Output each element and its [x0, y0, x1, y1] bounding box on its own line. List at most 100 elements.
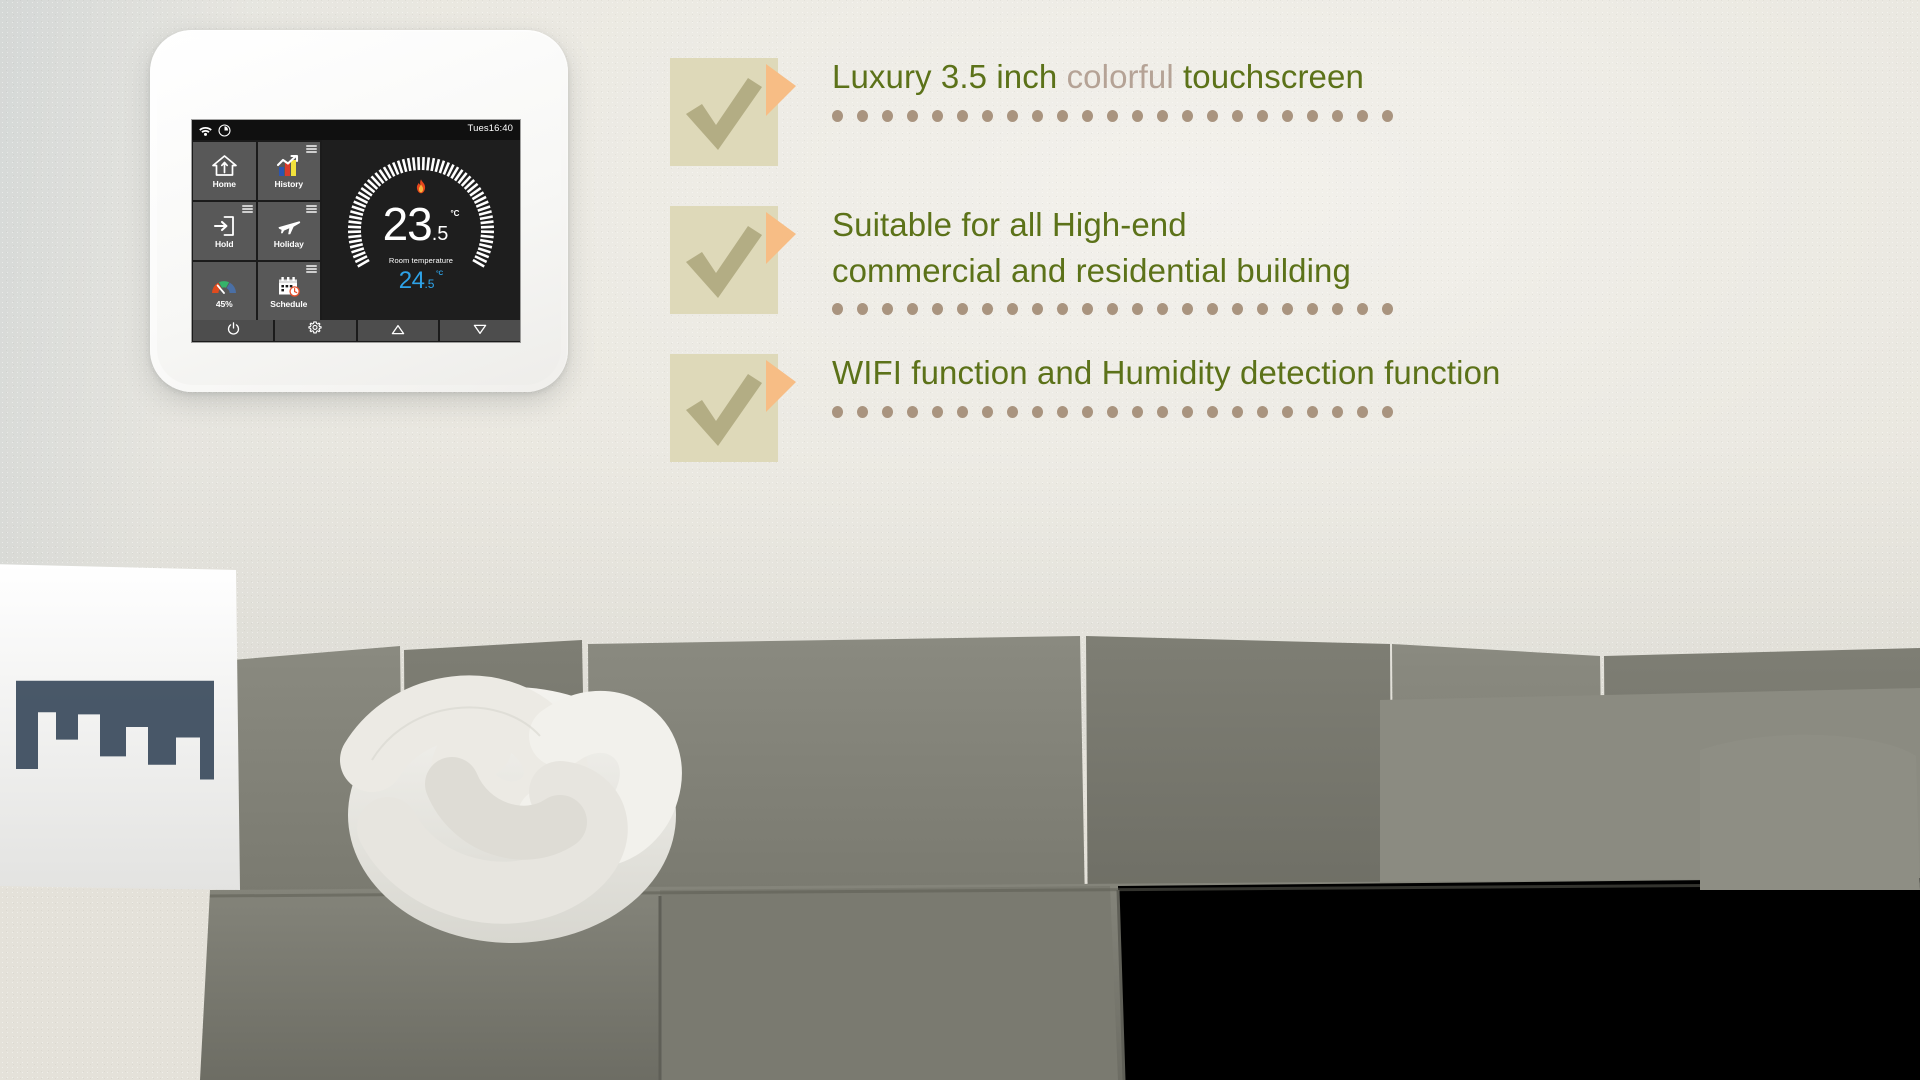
feature-item: Luxury 3.5 inch colorful touchscreen: [660, 48, 1780, 196]
separator-dot: [932, 405, 943, 418]
hamburger-icon[interactable]: [306, 205, 317, 213]
separator-dot: [1357, 109, 1368, 122]
separator-dot: [1382, 303, 1393, 316]
room-temp-whole: 23: [382, 198, 433, 250]
tile-home[interactable]: Home: [193, 142, 256, 200]
separator-dot: [1282, 109, 1293, 122]
status-bar-time: Tues16:40: [467, 123, 513, 134]
tile-history[interactable]: History: [257, 142, 320, 200]
sofa-seat-cushion: [1118, 878, 1920, 1080]
triangle-up-icon: [391, 322, 405, 340]
increase-temperature-button[interactable]: [357, 320, 438, 341]
separator-dot: [1057, 405, 1068, 418]
separator-dot: [832, 303, 843, 316]
tile-hold[interactable]: Hold: [193, 202, 256, 260]
separator-dot: [1007, 109, 1018, 122]
tile-label: Holiday: [273, 239, 304, 250]
separator-dot: [1007, 405, 1018, 418]
humidity-gauge-icon: [210, 273, 238, 299]
triangle-down-icon: [473, 322, 487, 340]
checkmark-badge: [670, 206, 796, 318]
separator-dot: [1132, 405, 1143, 418]
feature-text: WIFI function and Humidity detection fun…: [832, 344, 1780, 396]
tile-humidity[interactable]: 45%: [193, 262, 256, 320]
tile-label: History: [274, 179, 304, 190]
separator-dot: [1307, 303, 1318, 316]
feature-text-before: Luxury 3.5 inch: [832, 58, 1067, 95]
separator-dot: [1257, 303, 1268, 316]
tile-holiday[interactable]: Holiday: [257, 202, 320, 260]
check-mark-icon: [682, 224, 766, 307]
separator-dot: [1157, 109, 1168, 122]
feature-text-before: Suitable for all High-end: [832, 206, 1187, 243]
feature-text-before: WIFI function and Humidity detection fun…: [832, 354, 1501, 391]
separator-dot: [1307, 405, 1318, 418]
separator-dot: [1232, 109, 1243, 122]
separator-dot: [1332, 405, 1343, 418]
separator-dot: [1332, 109, 1343, 122]
separator-dot: [1032, 109, 1043, 122]
tile-label: Schedule: [270, 299, 308, 310]
calendar-clock-icon: [276, 273, 302, 299]
airplane-icon: [276, 213, 302, 239]
separator-dot: [1032, 405, 1043, 418]
separator-dot: [932, 109, 943, 122]
separator-dot: [857, 303, 868, 316]
separator-dot: [882, 405, 893, 418]
hamburger-icon[interactable]: [241, 205, 253, 213]
house-arrow-icon: [211, 153, 238, 179]
separator-dot: [1207, 405, 1218, 418]
decrease-temperature-button[interactable]: [439, 320, 520, 341]
hamburger-icon[interactable]: [306, 265, 317, 273]
checkmark-badge: [670, 354, 796, 466]
tile-schedule[interactable]: Schedule: [257, 262, 320, 320]
feature-text-after: touchscreen: [1173, 58, 1364, 95]
separator-dot: [1107, 109, 1118, 122]
tile-label: Hold: [215, 239, 234, 250]
room-temp-unit: °C: [450, 209, 460, 218]
setpoint-temperature-readout[interactable]: 24 .5 °C: [399, 267, 444, 295]
separator-dot: [1207, 109, 1218, 122]
separator-dot: [932, 303, 943, 316]
separator-dot: [832, 405, 843, 418]
screen-main-area: Home History Hold Holiday 45% Schedule 2…: [192, 140, 520, 320]
power-icon: [227, 321, 240, 340]
separator-dot: [1357, 303, 1368, 316]
separator-dot: [1107, 405, 1118, 418]
feature-list: Luxury 3.5 inch colorful touchscreen Sui…: [660, 48, 1780, 492]
separator-dot: [1182, 109, 1193, 122]
status-bar: Tues16:40: [192, 120, 520, 140]
separator-dot: [1382, 405, 1393, 418]
settings-button[interactable]: [275, 320, 356, 341]
hamburger-icon[interactable]: [306, 145, 317, 153]
clock-icon: [218, 123, 231, 137]
temperature-dial-panel[interactable]: 23 .5 °C Room temperature 24 .5 °C: [320, 140, 520, 320]
tile-label: 45%: [215, 299, 233, 310]
feature-item: WIFI function and Humidity detection fun…: [660, 344, 1780, 492]
wifi-icon: [198, 125, 213, 136]
separator-dot: [1232, 405, 1243, 418]
separator-dot: [1307, 109, 1318, 122]
separator-dot: [1207, 303, 1218, 316]
thermostat-screen[interactable]: Tues16:40 Home History Hold Holiday 45% …: [192, 120, 520, 342]
feature-text-line2: commercial and residential building: [832, 251, 1351, 289]
separator-dot: [907, 303, 918, 316]
separator-dot: [1157, 405, 1168, 418]
separator-dot: [1257, 109, 1268, 122]
separator-dot: [957, 303, 968, 316]
separator-dot: [1057, 109, 1068, 122]
pillow-right: [1700, 734, 1920, 890]
sofa: [0, 564, 1920, 1080]
power-button[interactable]: [193, 320, 274, 341]
flame-icon: [416, 179, 427, 199]
checkmark-badge: [670, 58, 796, 170]
separator-dot: [982, 109, 993, 122]
separator-dot: [1132, 303, 1143, 316]
dotted-separator: [832, 405, 1780, 418]
separator-dot: [957, 405, 968, 418]
separator-dot: [1057, 303, 1068, 316]
dotted-separator: [832, 109, 1780, 122]
separator-dot: [1257, 405, 1268, 418]
separator-dot: [1157, 303, 1168, 316]
room-temp-decimal: .5: [431, 223, 449, 245]
